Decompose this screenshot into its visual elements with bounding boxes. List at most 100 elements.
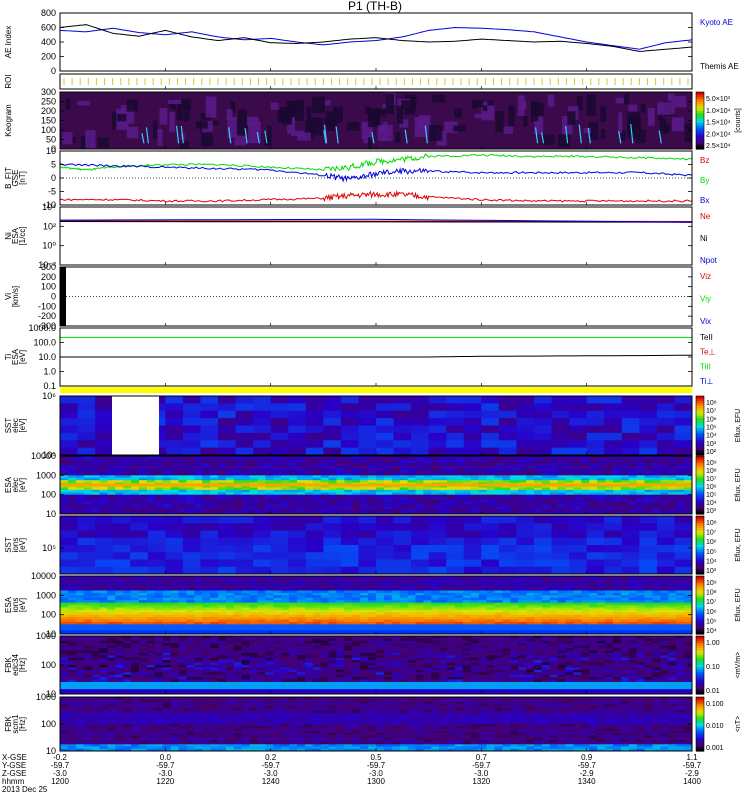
spectrogram-cell xyxy=(340,566,359,575)
spectrogram-cell xyxy=(516,396,535,404)
spectrogram-cell xyxy=(621,432,640,441)
spectrogram-cell xyxy=(498,432,517,441)
keogram-patch xyxy=(153,120,158,139)
spectrogram-cell xyxy=(481,396,500,404)
spectrogram-cell xyxy=(481,418,500,426)
spectrogram-cell xyxy=(200,559,219,568)
spectrogram-cell xyxy=(182,523,201,531)
spectrogram-cell xyxy=(376,418,395,426)
spectrogram-cell xyxy=(656,516,675,524)
spectrogram-cell xyxy=(270,552,289,560)
spectrogram-cell xyxy=(639,566,658,575)
spectrogram-cell xyxy=(60,545,79,553)
spectrogram-cell xyxy=(481,432,500,441)
spectrogram-cell xyxy=(112,537,131,546)
spectrogram-cell xyxy=(340,418,359,426)
spectrogram-cell xyxy=(323,396,342,404)
y-tick-label: 0 xyxy=(51,66,56,76)
spectrogram-cell xyxy=(147,545,166,553)
spectrogram-cell xyxy=(270,418,289,426)
keogram-patch xyxy=(382,122,388,135)
keogram-patch xyxy=(65,98,71,110)
spectrogram-cell xyxy=(182,440,201,449)
spectrogram-cell xyxy=(376,545,395,553)
keogram-patch xyxy=(385,93,394,114)
panel-sst_e: 10⁵10⁶SSTelec[eV]10⁸10⁷10⁶10⁵10⁴10³10²Ef… xyxy=(4,391,742,460)
spectrogram-cell xyxy=(428,559,447,568)
spectrogram-cell xyxy=(534,425,553,434)
spectrogram-cell xyxy=(604,418,623,426)
keogram-patch xyxy=(62,132,73,145)
spectrogram-cell xyxy=(200,425,219,434)
spectrogram-cell xyxy=(481,530,500,539)
colorbar-label: 10² xyxy=(706,449,717,456)
spectrogram-cell xyxy=(428,523,447,531)
spectrogram-cell xyxy=(288,523,307,531)
spectrogram-cell xyxy=(411,403,430,412)
spectrogram-cell xyxy=(253,530,272,539)
spectrogram-cell xyxy=(235,447,254,456)
spectrogram-cell xyxy=(586,537,605,546)
legend-entry: Viy xyxy=(700,295,711,304)
spectrogram-cell xyxy=(358,447,377,456)
spectrogram-cell xyxy=(621,440,640,449)
spectrogram-cell xyxy=(235,396,254,404)
keogram-patch xyxy=(567,111,576,126)
keogram-patch xyxy=(290,130,304,137)
spectrogram-cell xyxy=(376,396,395,404)
spectrogram-cell xyxy=(569,530,588,539)
spectrogram-cell xyxy=(60,559,79,568)
keogram-patch xyxy=(547,94,555,107)
y-axis-label: [eV] xyxy=(18,538,27,552)
spectrogram-cell xyxy=(340,530,359,539)
keogram-patch xyxy=(176,109,183,121)
spectrogram-cell xyxy=(516,447,535,456)
spectrogram-cell xyxy=(253,559,272,568)
spectrogram-cell xyxy=(411,559,430,568)
spectrogram-cell xyxy=(621,537,640,546)
spectrogram-cell xyxy=(446,410,465,419)
spectrogram-cell xyxy=(463,537,482,546)
y-tick-label: 100 xyxy=(41,282,56,292)
keogram-patch xyxy=(517,95,525,116)
spectrogram-cell xyxy=(604,432,623,441)
colorbar-label: 10⁷ xyxy=(706,408,717,415)
spectrogram-cell xyxy=(481,523,500,531)
spectrogram-cell xyxy=(130,566,149,575)
keogram-patch xyxy=(557,134,570,148)
spectrogram-cell xyxy=(621,403,640,412)
legend-entry: Kyoto AE xyxy=(700,18,733,27)
plot-title: P1 (TH-B) xyxy=(348,0,402,13)
spectrogram-cell xyxy=(463,523,482,531)
spectrogram-cell xyxy=(428,410,447,419)
spectrogram-cell xyxy=(182,396,201,404)
spectrogram-cell xyxy=(95,516,114,524)
colorbar-label: 2.0×10⁴ xyxy=(706,131,731,138)
spectrogram-cell xyxy=(323,410,342,419)
spectrogram-cell xyxy=(358,425,377,434)
keogram-patch xyxy=(77,100,91,106)
spectrogram-cell xyxy=(639,559,658,568)
spectrogram-cell xyxy=(182,418,201,426)
spectrogram-cell xyxy=(218,396,237,404)
spectrogram-cell xyxy=(77,552,96,560)
panel-ae: 0200400600800AE IndexKyoto AEThemis AE xyxy=(4,8,739,76)
spectrogram-cell xyxy=(340,516,359,524)
spectrogram-cell xyxy=(235,530,254,539)
spectrogram-cell xyxy=(639,447,658,456)
spectrogram-cell xyxy=(77,432,96,441)
spectrogram-cell xyxy=(340,545,359,553)
spectrogram-cell xyxy=(95,432,114,441)
spectrogram-cell xyxy=(112,530,131,539)
spectrogram-cell xyxy=(358,516,377,524)
keogram-patch xyxy=(508,105,515,126)
spectrogram-cell xyxy=(270,440,289,449)
spectrogram-cell xyxy=(604,447,623,456)
spectrogram-cell xyxy=(393,537,412,546)
y-tick-label: 300 xyxy=(41,87,56,97)
colorbar-label: 2.5×10⁴ xyxy=(706,143,731,150)
spectrogram-cell xyxy=(77,410,96,419)
panel-ni: 10⁻²10⁰10²10⁴NiESA[1/cc]NeNiNpot xyxy=(4,202,718,270)
spectrogram-cell xyxy=(358,410,377,419)
keogram-patch xyxy=(375,110,380,126)
